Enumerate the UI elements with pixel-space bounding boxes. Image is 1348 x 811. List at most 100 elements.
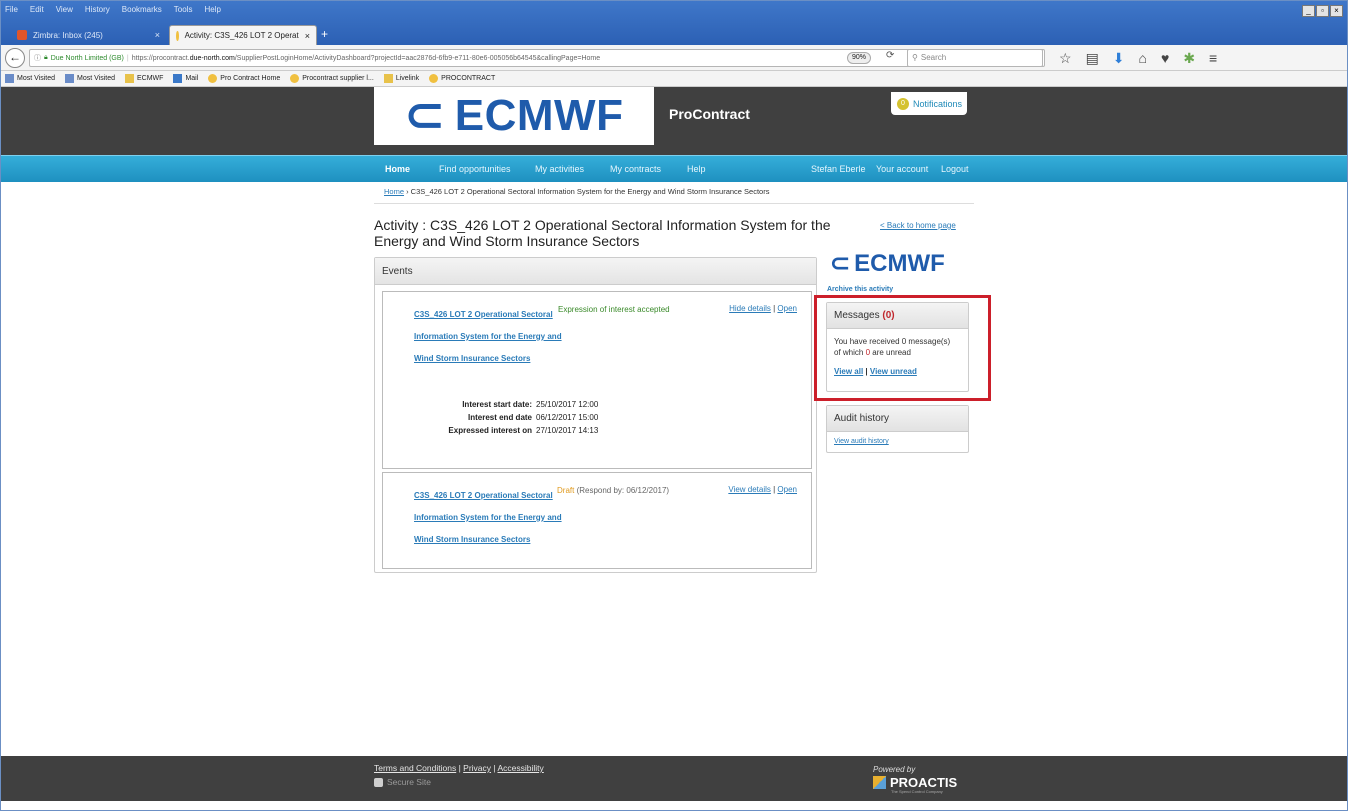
menu-help[interactable]: Help <box>204 5 220 14</box>
open-link[interactable]: Open <box>777 485 797 494</box>
bookmark-mail[interactable]: Mail <box>173 74 198 83</box>
event-status: Expression of interest accepted <box>558 305 670 314</box>
event-actions: View details | Open <box>728 485 797 494</box>
back-arrow-icon[interactable]: ← <box>5 48 25 68</box>
view-details-link[interactable]: View details <box>728 485 771 494</box>
audit-body: View audit history <box>827 432 968 451</box>
new-tab-button[interactable]: + <box>321 28 328 40</box>
search-icon: ⚲ <box>912 53 918 62</box>
tab-label: Activity: C3S_426 LOT 2 Operat <box>184 31 299 40</box>
menu-icon[interactable]: ≡ <box>1209 49 1217 67</box>
powered-by: Powered by <box>873 765 916 774</box>
nav-my-activities[interactable]: My activities <box>535 164 584 174</box>
search-input[interactable]: ⚲ Search <box>907 49 1043 67</box>
hide-details-link[interactable]: Hide details <box>729 304 771 313</box>
mail-icon <box>173 74 183 83</box>
ecmwf-mark-icon: ⊂ <box>404 89 445 142</box>
browser-toolbar: ← ⓘ 🔒︎ Due North Limited (GB) | https://… <box>1 45 1347 71</box>
breadcrumb-home[interactable]: Home <box>384 187 404 196</box>
reload-icon[interactable]: ⟳ <box>886 50 894 61</box>
bookmark-icon <box>5 74 14 83</box>
privacy-link[interactable]: Privacy <box>463 763 491 773</box>
maximize-button[interactable]: ▫ <box>1316 5 1329 17</box>
bookmark-icon <box>65 74 74 83</box>
event-title-link[interactable]: C3S_426 LOT 2 Operational Sectoral Infor… <box>414 304 564 370</box>
archive-activity-link[interactable]: Archive this activity <box>827 286 893 293</box>
breadcrumb: Home › C3S_426 LOT 2 Operational Sectora… <box>384 187 769 196</box>
ecmwf-logo[interactable]: ⊂ ECMWF <box>374 87 654 145</box>
event-details: Interest start date: 25/10/2017 12:00 Int… <box>405 398 598 437</box>
site-header: ⊂ ECMWF ProContract 0 Notifications <box>1 87 1347 155</box>
detail-row: Interest end date 06/12/2017 15:00 <box>467 413 599 422</box>
nav-home[interactable]: Home <box>385 164 410 174</box>
detail-row: Expressed interest on 27/10/2017 14:13 <box>448 426 599 435</box>
procontract-favicon-icon <box>176 30 179 41</box>
event-status: Draft (Respond by: 06/12/2017) <box>557 485 669 497</box>
menu-bookmarks[interactable]: Bookmarks <box>122 5 162 14</box>
url-separator: | <box>126 54 129 62</box>
bookmark-livelink[interactable]: Livelink <box>383 74 419 83</box>
reading-list-icon[interactable]: ▤ <box>1086 49 1099 67</box>
bookmark-ecmwf[interactable]: ECMWF <box>125 74 163 83</box>
accessibility-link[interactable]: Accessibility <box>498 763 544 773</box>
audit-heading: Audit history <box>827 406 968 432</box>
close-tab-icon[interactable]: × <box>305 31 310 41</box>
main-nav: Home Find opportunities My activities My… <box>1 155 1347 182</box>
menu-tools[interactable]: Tools <box>174 5 193 14</box>
tab-activity[interactable]: Activity: C3S_426 LOT 2 Operat × <box>169 25 317 45</box>
nav-logout[interactable]: Logout <box>941 164 969 174</box>
minimize-button[interactable]: _ <box>1302 5 1315 17</box>
zoom-level[interactable]: 90% <box>847 52 872 64</box>
nav-my-contracts[interactable]: My contracts <box>610 164 661 174</box>
footer-links: Terms and Conditions | Privacy | Accessi… <box>374 763 544 773</box>
tab-zimbra[interactable]: Zimbra: Inbox (245) × <box>11 25 166 45</box>
notifications-badge: 0 <box>897 97 909 110</box>
respond-by: (Respond by: 06/12/2017) <box>574 486 670 495</box>
page-content: ⊂ ECMWF ProContract 0 Notifications Home… <box>1 87 1347 810</box>
folder-icon <box>125 74 134 83</box>
events-heading: Events <box>375 258 816 285</box>
bookmark-icon <box>429 74 439 83</box>
pocket-icon[interactable]: ♥ <box>1161 49 1169 67</box>
page-title: Activity : C3S_426 LOT 2 Operational Sec… <box>374 217 831 249</box>
close-tab-icon[interactable]: × <box>155 30 160 40</box>
open-link[interactable]: Open <box>777 304 797 313</box>
search-placeholder: Search <box>920 53 947 62</box>
menu-history[interactable]: History <box>85 5 110 14</box>
event-title-link[interactable]: C3S_426 LOT 2 Operational Sectoral Infor… <box>414 485 564 551</box>
menu-file[interactable]: File <box>5 5 18 14</box>
menu-view[interactable]: View <box>56 5 73 14</box>
bookmark-icon <box>208 74 218 83</box>
nav-user-name: Stefan Eberle <box>811 164 866 174</box>
proactis-mark-icon <box>873 776 886 789</box>
site-owner: Due North Limited (GB) <box>50 54 124 62</box>
events-panel: Events C3S_426 LOT 2 Operational Sectora… <box>374 257 817 573</box>
nav-find-opportunities[interactable]: Find opportunities <box>439 164 511 174</box>
audit-panel: Audit history View audit history <box>826 405 969 453</box>
home-icon[interactable]: ⌂ <box>1139 49 1147 67</box>
view-audit-history-link[interactable]: View audit history <box>834 438 889 445</box>
download-icon[interactable]: ⬇ <box>1113 49 1125 67</box>
toolbar-icons: ☆ ▤ ⬇ ⌂ ♥ ✱ ≡ <box>1059 49 1217 67</box>
bookmark-pro-contract-home[interactable]: Pro Contract Home <box>208 74 280 83</box>
detail-row: Interest start date: 25/10/2017 12:00 <box>462 400 599 409</box>
bookmark-procontract[interactable]: PROCONTRACT <box>429 74 495 83</box>
notifications-button[interactable]: 0 Notifications <box>891 92 967 115</box>
buyer-logo: ⊂ ECMWF <box>830 249 945 278</box>
nav-help[interactable]: Help <box>687 164 706 174</box>
info-icon[interactable]: ⓘ <box>34 53 41 63</box>
bookmark-procontract-supplier[interactable]: Procontract supplier l... <box>290 74 374 83</box>
nav-your-account[interactable]: Your account <box>876 164 928 174</box>
terms-link[interactable]: Terms and Conditions <box>374 763 456 773</box>
back-to-home-link[interactable]: < Back to home page <box>880 221 956 230</box>
highlight-box <box>814 295 991 401</box>
lock-icon <box>374 777 383 787</box>
bookmark-icon <box>290 74 300 83</box>
menu-edit[interactable]: Edit <box>30 5 44 14</box>
extension-icon[interactable]: ✱ <box>1183 49 1195 67</box>
close-window-button[interactable]: × <box>1330 5 1343 17</box>
bookmark-most-visited-2[interactable]: Most Visited <box>65 74 115 83</box>
bookmark-most-visited-1[interactable]: Most Visited <box>5 74 55 83</box>
event-card: C3S_426 LOT 2 Operational Sectoral Infor… <box>382 472 812 569</box>
bookmark-star-icon[interactable]: ☆ <box>1059 49 1072 67</box>
